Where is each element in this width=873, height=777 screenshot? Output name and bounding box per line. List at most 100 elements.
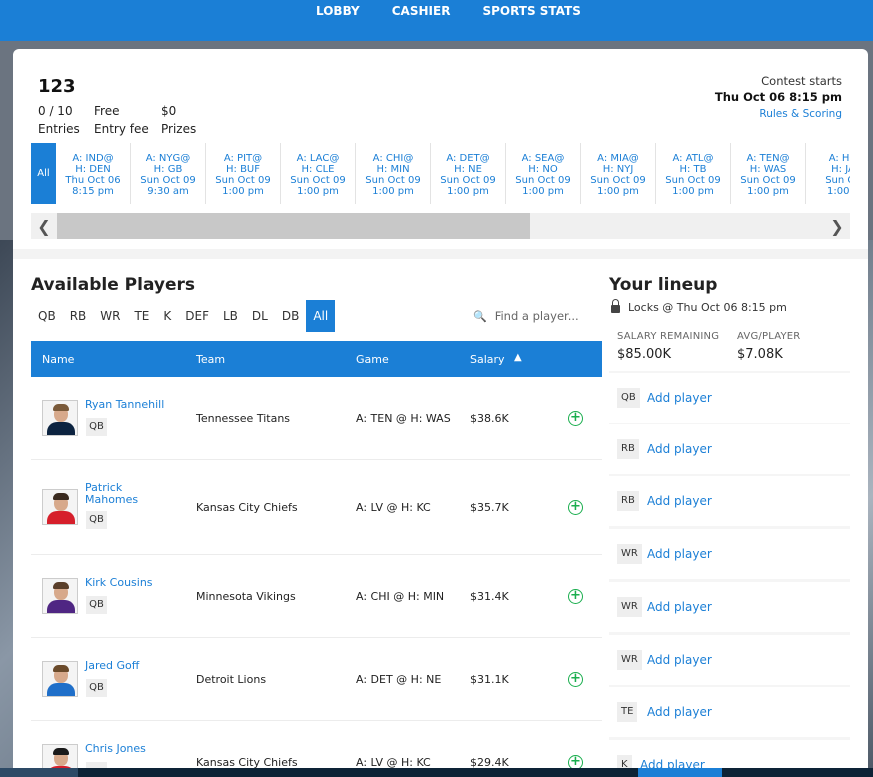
- filter-all[interactable]: All: [306, 300, 336, 332]
- add-player-icon[interactable]: +: [568, 589, 583, 604]
- scroll-left-arrow-icon[interactable]: ❮: [31, 213, 57, 239]
- lineup-slot[interactable]: WR Add player: [609, 529, 850, 579]
- player-name[interactable]: Patrick Mahomes: [85, 482, 145, 506]
- scroll-thumb[interactable]: [57, 213, 530, 239]
- games-scrollbar[interactable]: ❮ ❯: [31, 213, 850, 239]
- player-game: A: DET @ H: NE: [356, 673, 442, 686]
- add-player-link[interactable]: Add player: [647, 705, 712, 719]
- taskbar-active-tab[interactable]: [638, 768, 722, 777]
- player-name[interactable]: Ryan Tannehill: [85, 399, 164, 411]
- add-player-link[interactable]: Add player: [647, 653, 712, 667]
- filter-k[interactable]: K: [156, 300, 178, 332]
- game-filter-item[interactable]: A: IND@ H: DEN Thu Oct 06 8:15 pm: [56, 143, 131, 204]
- game-time: 9:30 am: [147, 186, 189, 197]
- add-player-link[interactable]: Add player: [647, 442, 712, 456]
- add-player-link[interactable]: Add player: [647, 494, 712, 508]
- player-name[interactable]: Jared Goff: [85, 660, 139, 672]
- game-time: 1:00 pm: [222, 186, 264, 197]
- game-time: 1:00 pm: [747, 186, 789, 197]
- game-date: Sun Oct 09: [365, 175, 421, 186]
- game-away: A: MIA@: [597, 153, 639, 164]
- player-name[interactable]: Kirk Cousins: [85, 577, 153, 589]
- game-filter-item[interactable]: A: TEN@ H: WAS Sun Oct 09 1:00 pm: [731, 143, 806, 204]
- game-away: A: IND@: [72, 153, 114, 164]
- column-salary[interactable]: Salary: [470, 353, 505, 366]
- scroll-right-arrow-icon[interactable]: ❯: [824, 213, 850, 239]
- game-filter-item[interactable]: A: HOH: JASun Oc1:00 p: [806, 143, 850, 204]
- game-filter-item[interactable]: A: DET@ H: NE Sun Oct 09 1:00 pm: [431, 143, 506, 204]
- add-player-link[interactable]: Add player: [647, 600, 712, 614]
- lineup-slot[interactable]: WR Add player: [609, 582, 850, 632]
- game-filter-item[interactable]: A: PIT@ H: BUF Sun Oct 09 1:00 pm: [206, 143, 281, 204]
- add-player-icon[interactable]: +: [568, 411, 583, 426]
- taskbar-tab[interactable]: [0, 768, 78, 777]
- lineup-slot[interactable]: RB Add player: [609, 476, 850, 526]
- add-player-link[interactable]: Add player: [647, 547, 712, 561]
- lineup-slot[interactable]: TE Add player: [609, 687, 850, 737]
- player-game: A: TEN @ H: WAS: [356, 412, 451, 425]
- add-player-link[interactable]: Add player: [647, 391, 712, 405]
- table-row[interactable]: Jared Goff QB Detroit Lions A: DET @ H: NE $…: [31, 638, 602, 721]
- add-player-icon[interactable]: +: [568, 672, 583, 687]
- filter-rb[interactable]: RB: [63, 300, 94, 332]
- lineup-slot[interactable]: WR Add player: [609, 635, 850, 685]
- player-search[interactable]: 🔍 Find a player...: [473, 306, 605, 326]
- column-name[interactable]: Name: [42, 353, 74, 366]
- slot-position-badge: WR: [617, 650, 642, 670]
- game-time: 1:00 pm: [672, 186, 714, 197]
- contest-start-info: Contest starts Thu Oct 06 8:15 pm Rules …: [715, 73, 842, 122]
- game-filter-item[interactable]: A: MIA@ H: NYJ Sun Oct 09 1:00 pm: [581, 143, 656, 204]
- game-away: A: HO: [828, 153, 850, 164]
- lineup-panel: SALARY REMAINING $85.00K AVG/PLAYER $7.0…: [609, 323, 850, 777]
- filter-qb[interactable]: QB: [31, 300, 63, 332]
- nav-cashier[interactable]: CASHIER: [392, 4, 451, 18]
- game-filter-item[interactable]: A: SEA@ H: NO Sun Oct 09 1:00 pm: [506, 143, 581, 204]
- game-date: Sun Oct 09: [665, 175, 721, 186]
- game-time: 1:00 pm: [447, 186, 489, 197]
- contest-title: 123: [38, 76, 76, 97]
- game-filter-item[interactable]: A: NYG@ H: GB Sun Oct 09 9:30 am: [131, 143, 206, 204]
- game-filter-item[interactable]: A: LAC@ H: CLE Sun Oct 09 1:00 pm: [281, 143, 356, 204]
- table-row[interactable]: Patrick Mahomes QB Kansas City Chiefs A: LV…: [31, 460, 602, 555]
- game-time: 8:15 pm: [72, 186, 114, 197]
- game-home: H: TB: [679, 164, 707, 175]
- table-row[interactable]: Ryan Tannehill QB Tennessee Titans A: TEN @…: [31, 377, 602, 460]
- column-team[interactable]: Team: [196, 353, 225, 366]
- filter-te[interactable]: TE: [127, 300, 156, 332]
- nav-lobby[interactable]: LOBBY: [316, 4, 360, 18]
- game-time: 1:00 pm: [597, 186, 639, 197]
- slot-position-badge: TE: [617, 702, 638, 722]
- search-icon: 🔍: [473, 309, 487, 323]
- slot-position-badge: RB: [617, 491, 639, 511]
- add-player-icon[interactable]: +: [568, 500, 583, 515]
- table-row[interactable]: Kirk Cousins QB Minnesota Vikings A: CHI @ …: [31, 555, 602, 638]
- search-input[interactable]: Find a player...: [495, 309, 579, 323]
- avatar-jersey: [47, 683, 75, 696]
- nav-sports-stats[interactable]: SPORTS STATS: [482, 4, 580, 18]
- lineup-slot[interactable]: QB Add player: [609, 373, 850, 423]
- game-home: H: JA: [831, 164, 850, 175]
- game-date: Sun Oct 09: [215, 175, 271, 186]
- lineup-slot[interactable]: RB Add player: [609, 424, 850, 474]
- filter-db[interactable]: DB: [275, 300, 306, 332]
- lineup-title: Your lineup: [609, 275, 718, 295]
- game-filter-item[interactable]: A: CHI@ H: MIN Sun Oct 09 1:00 pm: [356, 143, 431, 204]
- player-team: Detroit Lions: [196, 673, 267, 686]
- player-name[interactable]: Chris Jones: [85, 743, 146, 755]
- player-position-badge: QB: [86, 679, 107, 697]
- game-filter-item[interactable]: A: ATL@ H: TB Sun Oct 09 1:00 pm: [656, 143, 731, 204]
- filter-lb[interactable]: LB: [216, 300, 245, 332]
- filter-wr[interactable]: WR: [93, 300, 127, 332]
- rules-scoring-link[interactable]: Rules & Scoring: [715, 106, 842, 122]
- filter-dl[interactable]: DL: [245, 300, 275, 332]
- salary-remaining-value: $85.00K: [617, 347, 672, 362]
- game-filter-strip: All A: IND@ H: DEN Thu Oct 06 8:15 pm A: NYG…: [31, 143, 850, 204]
- avatar-jersey: [47, 600, 75, 613]
- filter-def[interactable]: DEF: [178, 300, 216, 332]
- available-players-title: Available Players: [31, 275, 196, 295]
- column-game[interactable]: Game: [356, 353, 389, 366]
- sort-ascending-icon[interactable]: ▲: [514, 352, 522, 363]
- prizes-stat: $0 Prizes: [161, 102, 196, 138]
- game-filter-all[interactable]: All: [31, 143, 56, 204]
- player-salary: $35.7K: [470, 501, 509, 514]
